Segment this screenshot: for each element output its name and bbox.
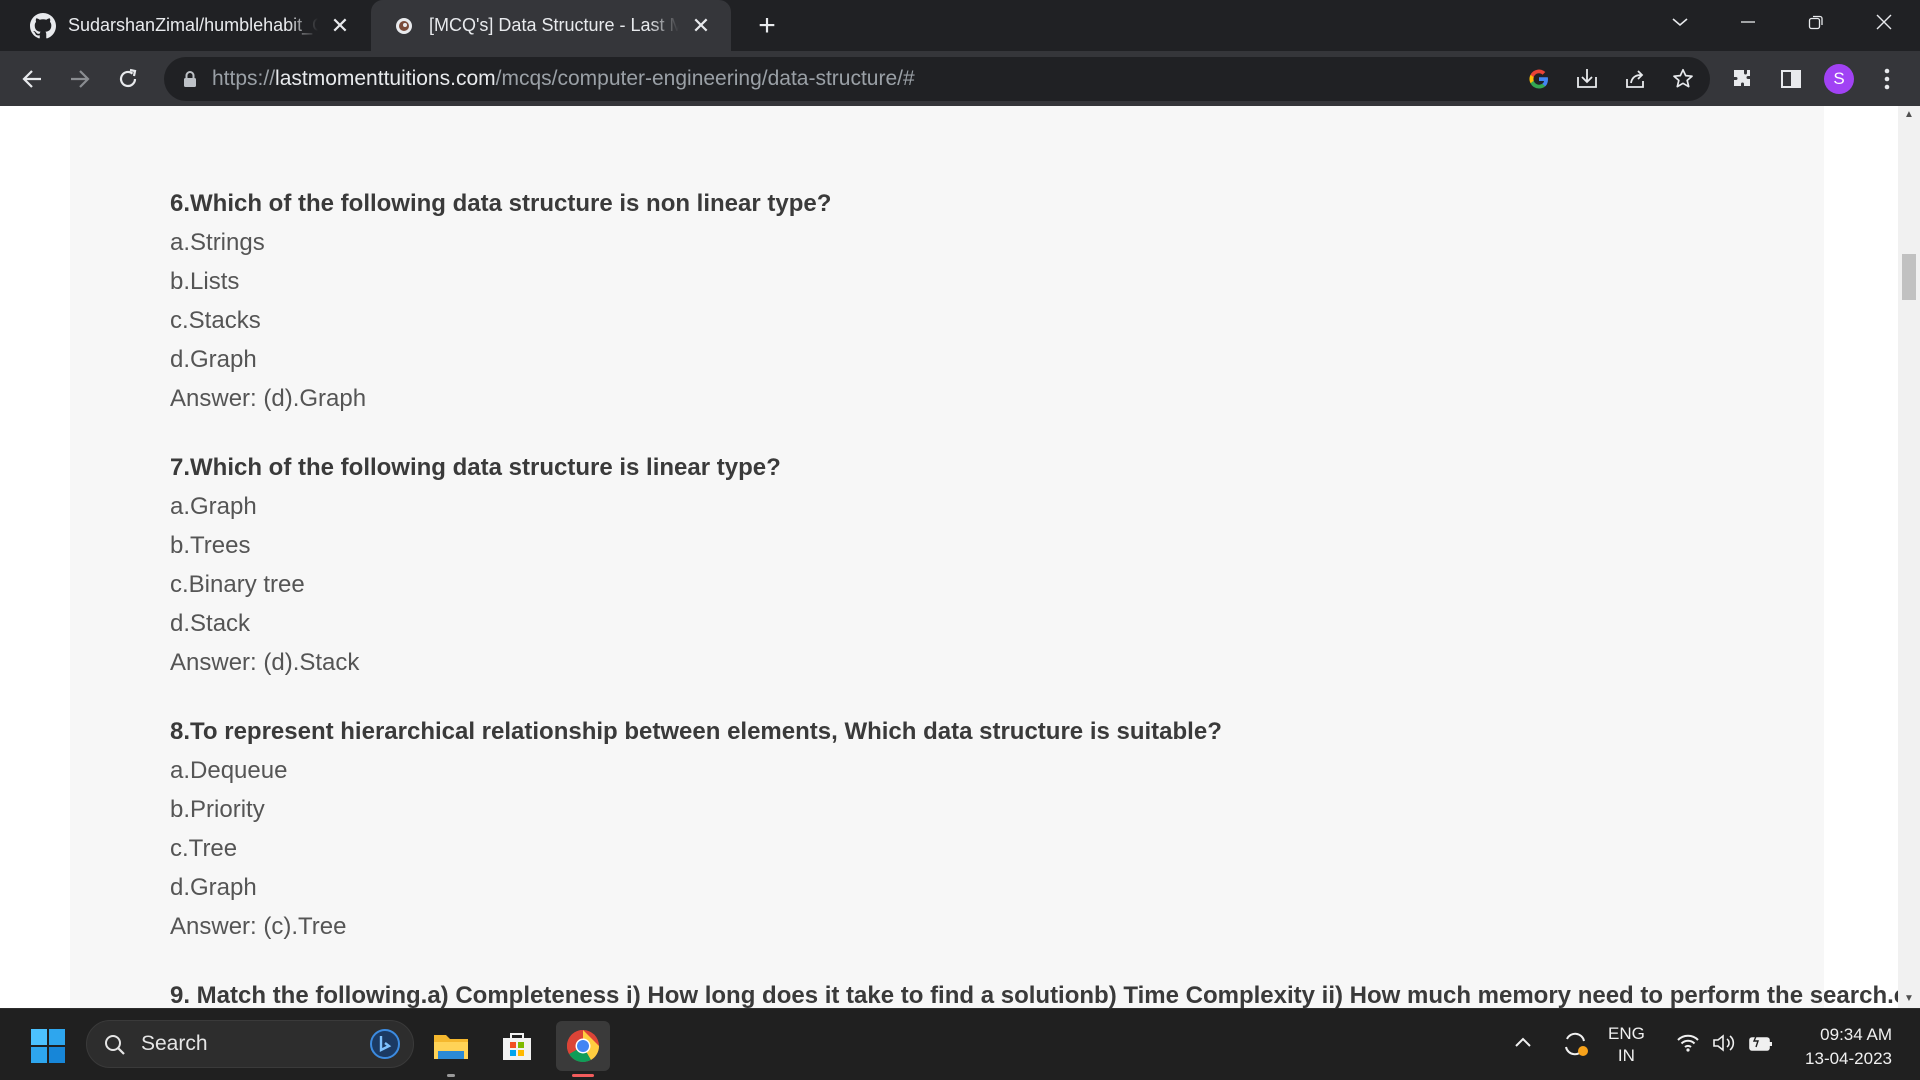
language-indicator[interactable]: ENG IN [1608,1023,1645,1067]
bookmark-star-icon[interactable] [1666,62,1700,96]
option-a: a.Graph [170,493,257,520]
option-d: d.Graph [170,874,257,901]
sync-update-icon[interactable] [1560,1029,1590,1064]
option-b: b.Priority [170,796,265,823]
reload-icon[interactable] [110,61,146,97]
address-bar[interactable]: https://lastmomenttuitions.com/mcqs/comp… [164,57,1710,101]
tab-mcq-data-structure[interactable]: [MCQ's] Data Structure - Last Moment Tui… [371,0,731,51]
file-explorer-icon[interactable] [424,1021,478,1077]
language-code: ENG [1608,1024,1645,1043]
tab-title: [MCQ's] Data Structure - Last Moment Tui… [429,15,679,35]
page-scrollbar[interactable]: ▲ ▼ [1898,106,1920,1008]
question-9: 9. Match the following.a) Completeness i… [170,982,1898,1008]
option-d: d.Graph [170,346,257,373]
back-icon[interactable] [14,61,50,97]
tab-close-icon[interactable]: ✕ [328,13,352,38]
scroll-up-arrow-icon[interactable]: ▲ [1898,106,1920,124]
tab-title: SudarshanZimal/humblehabit_C-UI [68,15,318,35]
option-c: c.Tree [170,835,238,862]
install-app-icon[interactable] [1570,62,1604,96]
page-viewport: 6.Which of the following data structure … [0,106,1898,1008]
url-path: /mcqs/computer-engineering/data-structur… [495,67,915,90]
tab-strip: SudarshanZimal/humblehabit_C-UI ✕ [MCQ's… [0,0,1920,51]
github-icon [30,12,56,39]
system-clock[interactable]: 09:34 AM 13-04-2023 [1792,1023,1892,1071]
search-label: Search [141,1032,208,1055]
option-a: a.Dequeue [170,757,288,784]
windows-start-icon[interactable] [21,1021,75,1071]
tab-search-chevron-icon[interactable] [1650,0,1710,44]
answer-7: Answer: (d).Stack [170,649,360,676]
new-tab-button[interactable]: + [750,9,784,43]
show-hidden-icons-chevron-icon[interactable] [1514,1033,1532,1053]
close-window-icon[interactable] [1854,0,1914,44]
volume-icon[interactable] [1712,1033,1736,1058]
question-7: 7.Which of the following data structure … [170,454,781,481]
question-6: 6.Which of the following data structure … [170,190,832,217]
mcq-content-panel: 6.Which of the following data structure … [70,106,1898,1008]
extensions-icon[interactable] [1726,62,1760,96]
lock-icon[interactable] [182,70,198,93]
menu-kebab-icon[interactable] [1870,62,1904,96]
url-text[interactable]: https://lastmomenttuitions.com/mcqs/comp… [212,57,915,101]
battery-charging-icon[interactable] [1748,1033,1774,1058]
forward-icon[interactable] [62,61,98,97]
taskbar-search-box[interactable]: Search [86,1020,414,1068]
site-favicon-icon [391,13,417,39]
microsoft-store-icon[interactable] [490,1021,544,1071]
clock-date: 13-04-2023 [1805,1049,1892,1068]
option-a: a.Strings [170,229,265,256]
answer-6: Answer: (d).Graph [170,385,367,412]
bing-icon[interactable] [369,1028,401,1065]
option-c: c.Binary tree [170,571,305,598]
profile-initial: S [1824,64,1854,94]
minimize-icon[interactable] [1718,0,1778,44]
profile-avatar[interactable]: S [1822,62,1856,96]
windows-taskbar: Search ENG IN 09:34 AM 13-04-2023 [0,1008,1920,1080]
option-b: b.Trees [170,532,251,559]
url-host: lastmomenttuitions.com [275,67,496,90]
search-icon [103,1033,127,1062]
side-panel-icon[interactable] [1774,62,1808,96]
question-8: 8.To represent hierarchical relationship… [170,718,1222,745]
chrome-taskbar-icon[interactable] [556,1021,610,1077]
tab-close-icon[interactable]: ✕ [689,13,713,38]
scrollbar-thumb[interactable] [1902,254,1916,300]
answer-8: Answer: (c).Tree [170,913,347,940]
option-c: c.Stacks [170,307,261,334]
option-b: b.Lists [170,268,240,295]
tab-github[interactable]: SudarshanZimal/humblehabit_C-UI ✕ [16,0,368,51]
region-code: IN [1617,1046,1635,1065]
browser-toolbar: https://lastmomenttuitions.com/mcqs/comp… [0,51,1920,106]
restore-icon[interactable] [1786,0,1846,44]
clock-time: 09:34 AM [1820,1025,1892,1044]
scroll-down-arrow-icon[interactable]: ▼ [1898,990,1920,1008]
google-lens-icon[interactable] [1522,62,1556,96]
wifi-icon[interactable] [1676,1033,1700,1058]
option-d: d.Stack [170,610,251,637]
url-scheme: https:// [212,67,276,90]
share-icon[interactable] [1618,62,1652,96]
